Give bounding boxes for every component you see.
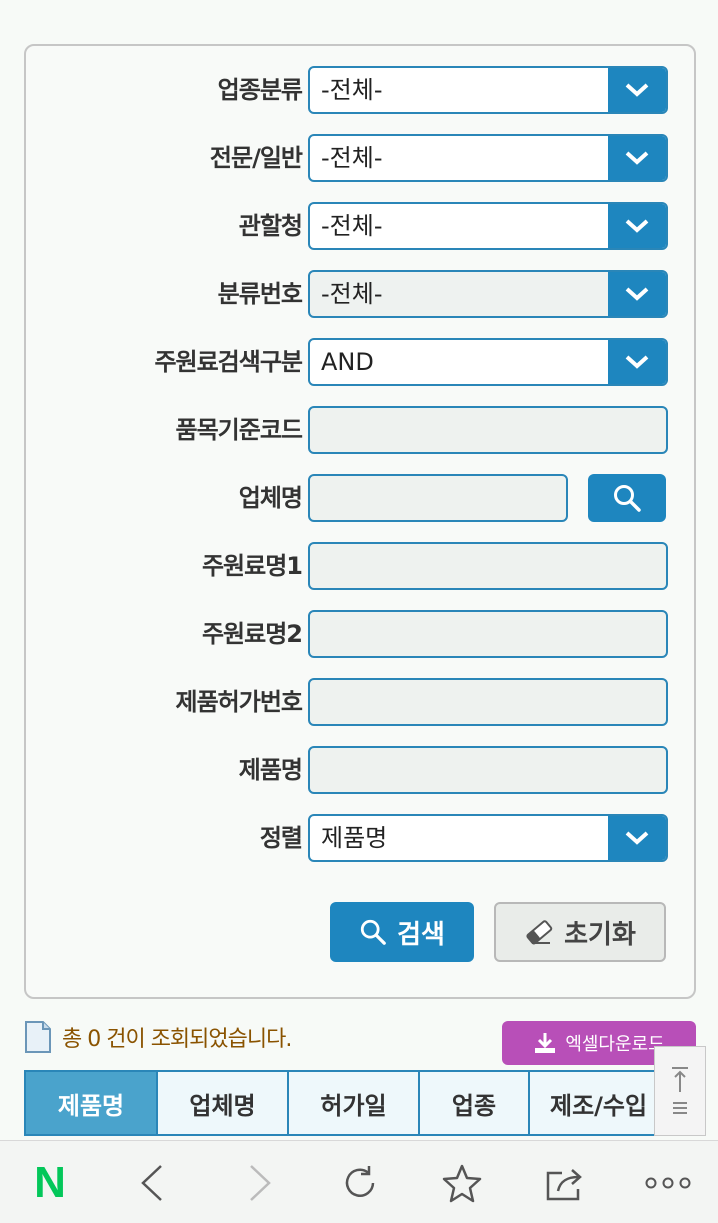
company-name-input[interactable] — [310, 476, 566, 520]
search-icon — [360, 919, 386, 945]
ingredient-name-2-field[interactable] — [308, 610, 668, 658]
row-ingredient-name-1: 주원료명1 — [26, 542, 698, 590]
scroll-to-top-button[interactable] — [654, 1046, 706, 1136]
product-permit-number-label: 제품허가번호 — [175, 688, 303, 716]
reset-button[interactable]: 초기화 — [494, 902, 666, 962]
company-name-label: 업체명 — [238, 484, 303, 512]
ingredient-search-mode-select[interactable]: AND — [308, 338, 668, 386]
arrow-up-icon — [672, 1067, 688, 1092]
ingredient-name-1-label: 주원료명1 — [201, 552, 303, 580]
row-product-permit-number: 제품허가번호 — [26, 678, 698, 726]
chevron-down-icon[interactable] — [608, 340, 666, 384]
row-item-code: 품목기준코드 — [26, 406, 698, 454]
specialty-general-value: -전체- — [321, 144, 383, 172]
column-permit-date[interactable]: 허가일 — [289, 1072, 420, 1134]
chevron-down-icon[interactable] — [608, 204, 666, 248]
jurisdiction-value: -전체- — [321, 212, 383, 240]
chevron-down-icon[interactable] — [608, 272, 666, 316]
result-table-header: 제품명 업체명 허가일 업종 제조/수입 — [24, 1070, 696, 1136]
row-ingredient-search-mode: 주원료검색구분 AND — [26, 338, 698, 386]
sort-label: 정렬 — [259, 824, 303, 852]
chevron-down-icon[interactable] — [608, 68, 666, 112]
row-ingredient-name-2: 주원료명2 — [26, 610, 698, 658]
company-name-field[interactable] — [308, 474, 568, 522]
chevron-down-icon[interactable] — [608, 136, 666, 180]
row-company-name: 업체명 — [26, 474, 698, 522]
sort-select[interactable]: 제품명 — [308, 814, 668, 862]
classification-number-value: -전체- — [321, 280, 383, 308]
naver-logo-icon[interactable]: N — [22, 1157, 78, 1209]
specialty-general-label: 전문/일반 — [209, 144, 303, 172]
product-permit-number-input[interactable] — [310, 680, 666, 724]
forward-icon[interactable] — [232, 1157, 288, 1209]
ingredient-name-2-label: 주원료명2 — [201, 620, 303, 648]
download-icon — [535, 1033, 556, 1053]
product-permit-number-field[interactable] — [308, 678, 668, 726]
ingredient-search-mode-label: 주원료검색구분 — [154, 348, 303, 376]
row-business-category: 업종분류 -전체- — [26, 66, 698, 114]
jurisdiction-label: 관할청 — [238, 212, 303, 240]
company-search-button[interactable] — [588, 474, 666, 522]
item-code-input[interactable] — [310, 408, 666, 452]
ingredient-name-1-field[interactable] — [308, 542, 668, 590]
column-company-name[interactable]: 업체명 — [158, 1072, 289, 1134]
result-summary-text: 총 0 건이 조회되었습니다. — [62, 1027, 292, 1052]
item-code-label: 품목기준코드 — [175, 416, 303, 444]
classification-number-label: 분류번호 — [217, 280, 303, 308]
reset-button-label: 초기화 — [564, 919, 636, 950]
row-product-name: 제품명 — [26, 746, 698, 794]
row-classification-number: 분류번호 -전체- — [26, 270, 698, 318]
chevron-down-icon[interactable] — [608, 816, 666, 860]
search-button[interactable]: 검색 — [330, 902, 474, 962]
browser-toolbar: N — [0, 1140, 718, 1223]
search-button-label: 검색 — [397, 919, 445, 950]
search-form-panel: 업종분류 -전체- 전문/일반 -전체- 관할청 -전체- 분류번호 -전체- … — [24, 44, 696, 999]
search-icon — [614, 485, 641, 512]
ingredient-name-1-input[interactable] — [310, 544, 666, 588]
specialty-general-select[interactable]: -전체- — [308, 134, 668, 182]
classification-number-select[interactable]: -전체- — [308, 270, 668, 318]
business-category-value: -전체- — [321, 76, 383, 104]
reload-icon[interactable] — [332, 1157, 388, 1209]
business-category-label: 업종분류 — [217, 76, 303, 104]
product-name-field[interactable] — [308, 746, 668, 794]
bookmark-star-icon[interactable] — [434, 1157, 490, 1209]
product-name-input[interactable] — [310, 748, 666, 792]
excel-download-label: 엑셀다운로드 — [565, 1034, 665, 1055]
more-icon[interactable] — [640, 1157, 696, 1209]
column-business-type[interactable]: 업종 — [420, 1072, 530, 1134]
result-summary: 총 0 건이 조회되었습니다. — [24, 1018, 292, 1056]
sort-value: 제품명 — [321, 824, 388, 852]
share-icon[interactable] — [538, 1157, 594, 1209]
ingredient-name-2-input[interactable] — [310, 612, 666, 656]
column-product-name[interactable]: 제품명 — [26, 1072, 158, 1134]
ingredient-search-mode-value: AND — [321, 348, 374, 376]
row-jurisdiction: 관할청 -전체- — [26, 202, 698, 250]
document-icon — [25, 1021, 51, 1053]
jurisdiction-select[interactable]: -전체- — [308, 202, 668, 250]
back-icon[interactable] — [124, 1157, 180, 1209]
naver-logo-text: N — [34, 1158, 66, 1207]
item-code-field[interactable] — [308, 406, 668, 454]
business-category-select[interactable]: -전체- — [308, 66, 668, 114]
menu-icon — [673, 1102, 687, 1114]
row-sort: 정렬 제품명 — [26, 814, 698, 862]
row-specialty-general: 전문/일반 -전체- — [26, 134, 698, 182]
product-name-label: 제품명 — [238, 756, 303, 784]
eraser-icon — [526, 920, 553, 945]
